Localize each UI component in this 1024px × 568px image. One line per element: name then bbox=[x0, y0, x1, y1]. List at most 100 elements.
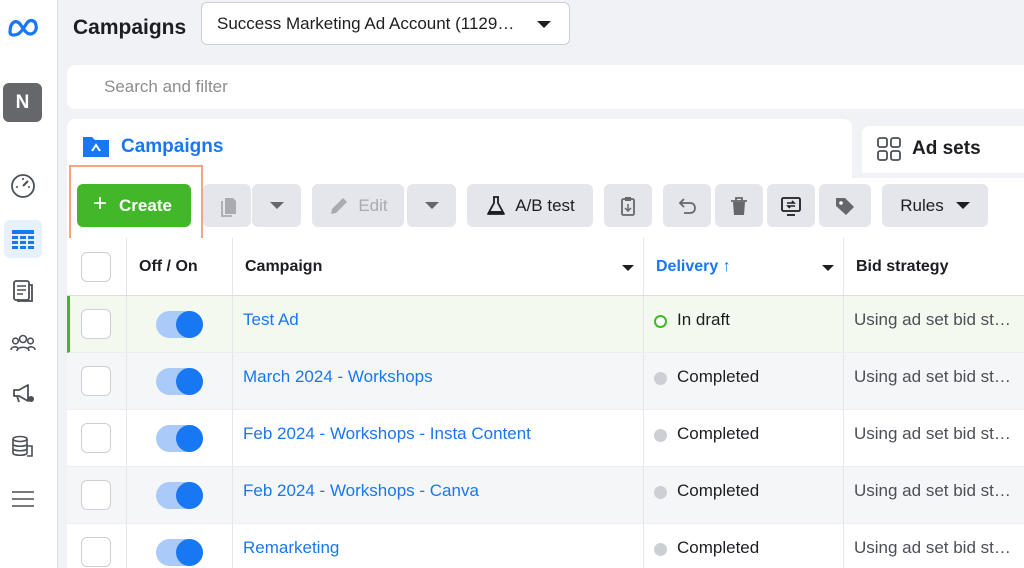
edit-dropdown-button[interactable] bbox=[407, 184, 456, 227]
delivery-header-label: Delivery bbox=[656, 258, 719, 275]
table-row[interactable]: Feb 2024 - Workshops - Canva Completed U… bbox=[67, 467, 1024, 524]
column-divider bbox=[843, 353, 844, 409]
row-checkbox[interactable] bbox=[81, 480, 111, 510]
column-divider bbox=[126, 524, 127, 568]
nav-campaigns[interactable] bbox=[4, 220, 42, 258]
undo-icon bbox=[678, 197, 696, 214]
column-divider bbox=[232, 353, 233, 409]
meta-logo-icon[interactable] bbox=[6, 14, 42, 42]
column-divider bbox=[643, 410, 644, 466]
duplicate-button[interactable] bbox=[203, 184, 251, 227]
column-divider bbox=[232, 296, 233, 352]
campaign-name-link[interactable]: Test Ad bbox=[243, 310, 299, 330]
row-checkbox[interactable] bbox=[81, 537, 111, 567]
gauge-icon bbox=[11, 174, 35, 198]
account-avatar[interactable]: N bbox=[3, 83, 42, 122]
search-placeholder: Search and filter bbox=[104, 77, 228, 96]
column-divider bbox=[643, 296, 644, 352]
campaign-toggle[interactable] bbox=[156, 311, 203, 338]
nav-more[interactable] bbox=[4, 480, 42, 518]
campaign-name-link[interactable]: Remarketing bbox=[243, 538, 339, 558]
delivery-status: Completed bbox=[677, 424, 760, 443]
undo-button[interactable] bbox=[663, 184, 711, 227]
table-grid-icon bbox=[12, 230, 34, 249]
audience-icon bbox=[10, 334, 36, 352]
status-dot-icon bbox=[654, 429, 667, 442]
tab-ad-sets-label: Ad sets bbox=[912, 138, 981, 159]
rules-button[interactable]: Rules bbox=[882, 184, 988, 227]
sort-up-icon: ↑ bbox=[722, 258, 731, 275]
campaign-name-link[interactable]: Feb 2024 - Workshops - Canva bbox=[243, 481, 479, 501]
status-dot-icon bbox=[654, 372, 667, 385]
chevron-down-icon bbox=[955, 202, 970, 209]
table-row[interactable]: Remarketing Completed Using ad set bid s… bbox=[67, 524, 1024, 568]
campaign-toggle[interactable] bbox=[156, 539, 203, 566]
delivery-status: In draft bbox=[677, 310, 730, 329]
table-header-row: Off / On Campaign Delivery ↑ Bid strateg… bbox=[67, 238, 1024, 296]
column-divider bbox=[232, 467, 233, 523]
search-filter-input[interactable]: Search and filter bbox=[67, 65, 1024, 109]
rules-button-label: Rules bbox=[900, 195, 944, 215]
delivery-status: Completed bbox=[677, 538, 760, 557]
column-divider bbox=[126, 238, 127, 295]
preview-swap-icon bbox=[781, 196, 801, 216]
column-divider bbox=[843, 467, 844, 523]
column-header-campaign[interactable]: Campaign bbox=[245, 258, 322, 276]
row-checkbox[interactable] bbox=[81, 309, 111, 339]
ab-test-button[interactable]: A/B test bbox=[467, 184, 593, 227]
chevron-down-icon[interactable] bbox=[822, 265, 834, 271]
tab-ad-sets[interactable]: Ad sets bbox=[862, 126, 1024, 173]
nav-audiences[interactable] bbox=[4, 324, 42, 362]
column-header-delivery[interactable]: Delivery ↑ bbox=[656, 258, 731, 276]
row-checkbox[interactable] bbox=[81, 366, 111, 396]
chevron-down-icon bbox=[269, 202, 284, 209]
tag-icon bbox=[836, 197, 854, 215]
campaigns-table: Off / On Campaign Delivery ↑ Bid strateg… bbox=[67, 238, 1024, 568]
toggle-knob bbox=[176, 425, 203, 452]
status-dot-icon bbox=[654, 486, 667, 499]
nav-pages[interactable] bbox=[4, 272, 42, 310]
duplicate-dropdown-button[interactable] bbox=[252, 184, 301, 227]
column-divider bbox=[126, 410, 127, 466]
table-row[interactable]: March 2024 - Workshops Completed Using a… bbox=[67, 353, 1024, 410]
clipboard-icon bbox=[621, 196, 635, 216]
tag-button[interactable] bbox=[819, 184, 871, 227]
tab-campaigns-label: Campaigns bbox=[121, 136, 224, 157]
campaign-name-link[interactable]: March 2024 - Workshops bbox=[243, 367, 433, 387]
nav-billing[interactable] bbox=[4, 427, 42, 465]
row-checkbox[interactable] bbox=[81, 423, 111, 453]
clipboard-button[interactable] bbox=[604, 184, 652, 227]
column-divider bbox=[126, 353, 127, 409]
campaign-toggle[interactable] bbox=[156, 368, 203, 395]
preview-button[interactable] bbox=[767, 184, 815, 227]
status-dot-icon bbox=[654, 543, 667, 556]
folder-icon bbox=[83, 137, 109, 157]
pages-icon bbox=[13, 280, 33, 302]
create-highlight-box bbox=[69, 165, 203, 248]
nav-advertising[interactable] bbox=[4, 374, 42, 412]
nav-overview[interactable] bbox=[4, 167, 42, 205]
duplicate-icon bbox=[221, 197, 236, 217]
column-divider bbox=[232, 238, 233, 295]
edit-button-label: Edit bbox=[358, 195, 388, 215]
chevron-down-icon[interactable] bbox=[622, 265, 634, 271]
toggle-knob bbox=[176, 539, 203, 566]
ad-account-select[interactable]: Success Marketing Ad Account (1129… bbox=[201, 2, 570, 45]
column-divider bbox=[643, 353, 644, 409]
campaign-toggle[interactable] bbox=[156, 425, 203, 452]
column-divider bbox=[232, 410, 233, 466]
menu-icon bbox=[12, 491, 34, 507]
table-row[interactable]: Feb 2024 - Workshops - Insta Content Com… bbox=[67, 410, 1024, 467]
edit-button[interactable]: Edit bbox=[312, 184, 404, 227]
column-divider bbox=[643, 238, 644, 295]
campaign-toggle[interactable] bbox=[156, 482, 203, 509]
column-header-bid-strategy[interactable]: Bid strategy bbox=[856, 258, 948, 276]
campaign-name-link[interactable]: Feb 2024 - Workshops - Insta Content bbox=[243, 424, 531, 444]
table-row[interactable]: Test Ad In draft Using ad set bid st… bbox=[67, 296, 1024, 353]
billing-icon bbox=[12, 435, 33, 457]
column-divider bbox=[126, 467, 127, 523]
select-all-checkbox[interactable] bbox=[81, 252, 111, 282]
delete-button[interactable] bbox=[715, 184, 763, 227]
chevron-down-icon bbox=[424, 202, 439, 209]
megaphone-icon bbox=[13, 384, 34, 403]
